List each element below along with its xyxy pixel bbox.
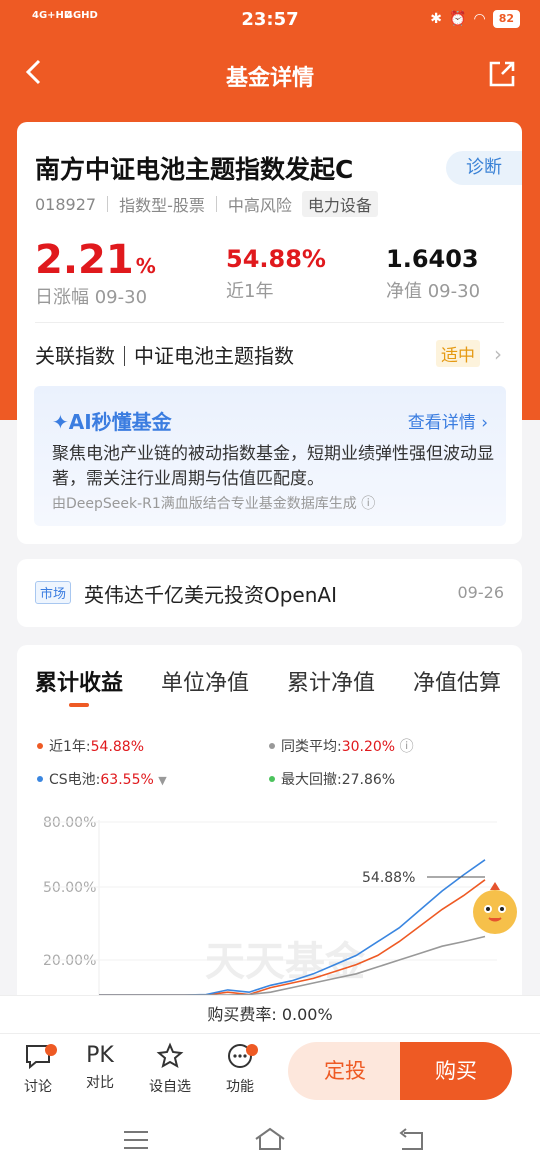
divider — [215, 196, 217, 212]
fit-badge: 适中 — [436, 340, 480, 367]
nav-label: 净值 09-30 — [386, 281, 481, 302]
alarm-icon: ⏰ — [449, 11, 467, 27]
menu-icon[interactable] — [122, 1129, 150, 1151]
share-button[interactable] — [488, 60, 516, 92]
divider — [107, 196, 109, 212]
fund-risk: 中高风险 — [227, 196, 292, 215]
ai-more-link[interactable]: 查看详情 › — [408, 408, 488, 433]
nav-stat: 1.6403 净值 09-30 — [386, 245, 480, 303]
daily-change-value: 2.21 — [35, 237, 134, 283]
ai-source-note: 由DeepSeek-R1满血版结合专业基金数据库生成 ⓘ — [52, 496, 376, 512]
legend-max-drawdown: 最大回撤:27.86% — [269, 769, 395, 789]
function-button[interactable]: 功能 — [215, 1042, 265, 1096]
news-badge: 市场 — [35, 581, 72, 604]
ai-summary-text: 聚焦电池产业链的被动指数基金，短期业绩弹性强但波动显著，需关注行业周期与估值匹配… — [52, 444, 494, 489]
tab-cumulative-nav[interactable]: 累计净值 — [287, 665, 375, 697]
ai-summary-panel: ✦AI秒懂基金 查看详情 › 聚焦电池产业链的被动指数基金，短期业绩弹性强但波动… — [34, 386, 506, 526]
ai-title: ✦AI秒懂基金 — [52, 410, 172, 434]
fund-name: 南方中证电池主题指数发起C — [35, 155, 354, 184]
news-card[interactable]: 市场 英伟达千亿美元投资OpenAI 09-26 — [17, 559, 522, 627]
bluetooth-icon: ✱ — [430, 11, 443, 27]
related-index-row[interactable]: 关联指数 中证电池主题指数 — [35, 340, 294, 369]
bottom-action-bar: 讨论 PK 对比 设自选 功能 定投 购买 — [0, 1033, 540, 1113]
page-title: 基金详情 — [225, 66, 314, 91]
tab-unit-nav[interactable]: 单位净值 — [161, 665, 249, 697]
performance-card: 累计收益 单位净值 累计净值 净值估算 近1年:54.88% 同类平均:30.2… — [17, 645, 522, 1045]
news-headline[interactable]: 英伟达千亿美元投资OpenAI — [84, 579, 337, 608]
nav-bar: 基金详情 — [0, 48, 540, 100]
battery-indicator: 82 — [492, 10, 520, 28]
tab-nav-estimate[interactable]: 净值估算 — [413, 665, 501, 697]
chart-callout: 54.88% — [362, 870, 415, 886]
info-icon[interactable]: ⓘ — [361, 496, 375, 512]
daily-change-label: 日涨幅 09-30 — [35, 287, 148, 308]
year-return-label: 近1年 — [226, 281, 274, 302]
notification-dot — [246, 1044, 258, 1056]
info-icon[interactable]: ⓘ — [400, 739, 414, 755]
year-return-value: 54.88% — [226, 245, 326, 273]
auto-invest-button[interactable]: 定投 — [288, 1042, 402, 1100]
fund-type: 指数型-股票 — [119, 196, 205, 215]
legend-fund: 近1年:54.88% — [37, 736, 144, 756]
related-index-name: 中证电池主题指数 — [134, 344, 294, 368]
home-icon[interactable] — [253, 1125, 287, 1153]
fund-code: 018927 — [35, 194, 97, 214]
return-chart[interactable]: 天天基金 54.88% — [17, 820, 522, 995]
compare-button[interactable]: PK 对比 — [75, 1042, 125, 1092]
star-plus-icon — [156, 1042, 184, 1069]
nav-value: 1.6403 — [386, 245, 479, 273]
wifi-icon: ◠ — [473, 11, 486, 27]
chart-tabs: 累计收益 单位净值 累计净值 净值估算 — [17, 665, 522, 709]
sector-tag[interactable]: 电力设备 — [301, 191, 378, 217]
legend-peer-average: 同类平均:30.20% ⓘ — [269, 736, 414, 756]
legend-index[interactable]: CS电池:63.55% ▼ — [37, 769, 167, 789]
fee-label: 购买费率: — [207, 1005, 277, 1024]
tab-cumulative-return[interactable]: 累计收益 — [35, 665, 123, 697]
share-icon — [489, 61, 515, 87]
active-tab-indicator — [69, 703, 89, 707]
notification-dot — [45, 1044, 57, 1056]
sparkle-icon: ✦ — [52, 410, 69, 434]
daily-change-stat: 2.21% 日涨幅 09-30 — [35, 237, 156, 309]
purchase-fee-bar: 购买费率: 0.00% — [0, 995, 540, 1033]
discuss-button[interactable]: 讨论 — [13, 1042, 63, 1096]
related-index-label: 关联指数 — [35, 344, 115, 368]
year-return-stat: 54.88% 近1年 — [226, 245, 326, 303]
mascot-icon[interactable] — [473, 882, 517, 934]
divider — [35, 322, 504, 323]
buy-button[interactable]: 购买 — [400, 1042, 512, 1100]
system-nav-bar — [0, 1113, 540, 1170]
pk-icon: PK — [86, 1043, 114, 1068]
diagnose-button[interactable]: 诊断 — [446, 151, 522, 185]
fund-meta: 018927 指数型-股票 中高风险 电力设备 — [35, 191, 378, 217]
back-nav-icon[interactable] — [396, 1127, 426, 1153]
news-date: 09-26 — [457, 583, 505, 602]
fee-value: 0.00% — [281, 1005, 333, 1024]
dropdown-icon[interactable]: ▼ — [158, 774, 166, 787]
chevron-right-icon[interactable]: › — [494, 342, 502, 366]
add-watchlist-button[interactable]: 设自选 — [145, 1042, 195, 1096]
status-bar: 4G+HD 4GHD 23:57 ✱ ⏰ ◠ 82 — [0, 0, 540, 40]
fund-summary-card: 南方中证电池主题指数发起C 诊断 018927 指数型-股票 中高风险 电力设备… — [17, 122, 522, 544]
daily-change-unit: % — [135, 254, 156, 278]
